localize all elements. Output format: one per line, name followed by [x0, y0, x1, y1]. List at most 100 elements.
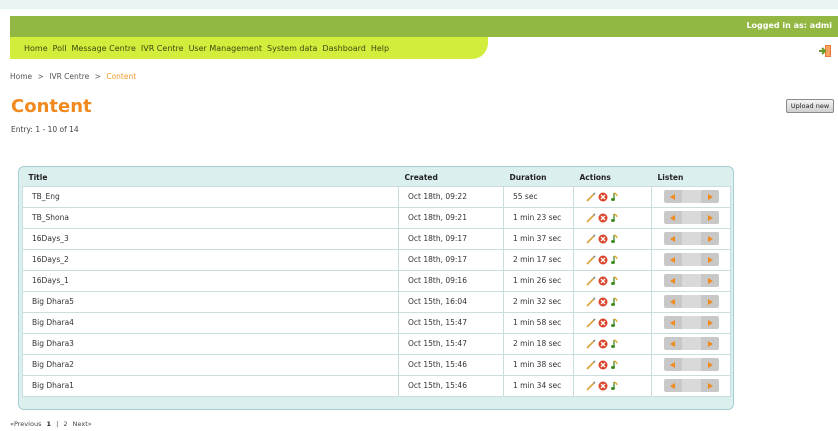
breadcrumb-home[interactable]: Home — [10, 72, 32, 81]
delete-icon[interactable] — [598, 276, 608, 286]
cell-created: Oct 18th, 09:21 — [398, 206, 504, 229]
play-forward-icon[interactable] — [701, 211, 719, 224]
nav-item-message-centre[interactable]: Message Centre — [72, 44, 136, 53]
delete-icon[interactable] — [598, 339, 608, 349]
play-forward-icon[interactable] — [701, 379, 719, 392]
play-forward-icon[interactable] — [701, 358, 719, 371]
nav-item-user-management[interactable]: User Management — [189, 44, 262, 53]
play-back-icon[interactable] — [664, 253, 682, 266]
audio-player[interactable] — [664, 232, 719, 245]
player-track[interactable] — [682, 295, 701, 308]
audio-note-icon[interactable] — [610, 254, 620, 265]
play-back-icon[interactable] — [664, 379, 682, 392]
player-track[interactable] — [682, 211, 701, 224]
audio-player[interactable] — [664, 358, 719, 371]
audio-player[interactable] — [664, 253, 719, 266]
play-back-icon[interactable] — [664, 316, 682, 329]
edit-pencil-icon[interactable] — [586, 296, 596, 307]
nav-item-dashboard[interactable]: Dashboard — [322, 44, 365, 53]
player-track[interactable] — [682, 358, 701, 371]
exit-door-icon[interactable] — [818, 44, 832, 58]
edit-pencil-icon[interactable] — [586, 359, 596, 370]
play-forward-icon[interactable] — [701, 253, 719, 266]
audio-player[interactable] — [664, 274, 719, 287]
edit-pencil-icon[interactable] — [586, 212, 596, 223]
pager-page-1[interactable]: 1 — [47, 420, 52, 428]
audio-note-icon[interactable] — [610, 359, 620, 370]
player-track[interactable] — [682, 232, 701, 245]
nav-item-home[interactable]: Home — [24, 44, 48, 53]
play-back-icon[interactable] — [664, 295, 682, 308]
audio-player[interactable] — [664, 211, 719, 224]
edit-pencil-icon[interactable] — [586, 317, 596, 328]
player-track[interactable] — [682, 190, 701, 203]
audio-player[interactable] — [664, 190, 719, 203]
delete-icon[interactable] — [598, 318, 608, 328]
edit-pencil-icon[interactable] — [586, 191, 596, 202]
delete-icon[interactable] — [598, 192, 608, 202]
edit-pencil-icon[interactable] — [586, 233, 596, 244]
audio-player[interactable] — [664, 295, 719, 308]
play-back-icon[interactable] — [664, 211, 682, 224]
play-forward-icon[interactable] — [701, 190, 719, 203]
col-header-duration[interactable]: Duration — [504, 171, 574, 186]
cell-created: Oct 15th, 15:47 — [398, 311, 504, 334]
audio-note-icon[interactable] — [610, 233, 620, 244]
play-back-icon[interactable] — [664, 190, 682, 203]
delete-icon[interactable] — [598, 360, 608, 370]
logged-in-label: Logged in as: admi — [746, 21, 832, 30]
pager-page-2[interactable]: 2 — [63, 420, 67, 428]
audio-player[interactable] — [664, 316, 719, 329]
delete-icon[interactable] — [598, 234, 608, 244]
top-strip — [0, 0, 838, 9]
nav-item-ivr-centre[interactable]: IVR Centre — [141, 44, 184, 53]
audio-note-icon[interactable] — [610, 212, 620, 223]
audio-note-icon[interactable] — [610, 296, 620, 307]
table-row: Big Dhara4 Oct 15th, 15:47 1 min 58 sec — [22, 311, 731, 334]
play-back-icon[interactable] — [664, 337, 682, 350]
cell-duration: 1 min 23 sec — [503, 206, 574, 229]
audio-player[interactable] — [664, 337, 719, 350]
cell-listen — [651, 227, 731, 250]
player-track[interactable] — [682, 253, 701, 266]
play-back-icon[interactable] — [664, 232, 682, 245]
col-header-title[interactable]: Title — [23, 171, 399, 186]
edit-pencil-icon[interactable] — [586, 275, 596, 286]
audio-note-icon[interactable] — [610, 380, 620, 391]
player-track[interactable] — [682, 274, 701, 287]
delete-icon[interactable] — [598, 255, 608, 265]
player-track[interactable] — [682, 379, 701, 392]
delete-icon[interactable] — [598, 381, 608, 391]
delete-icon[interactable] — [598, 297, 608, 307]
nav-item-help[interactable]: Help — [371, 44, 389, 53]
nav-item-poll[interactable]: Poll — [53, 44, 67, 53]
audio-note-icon[interactable] — [610, 191, 620, 202]
audio-note-icon[interactable] — [610, 338, 620, 349]
upload-new-button[interactable]: Upload new — [786, 99, 834, 113]
edit-pencil-icon[interactable] — [586, 380, 596, 391]
cell-duration: 1 min 38 sec — [503, 353, 574, 376]
pager-next[interactable]: Next» — [73, 420, 92, 428]
delete-icon[interactable] — [598, 213, 608, 223]
edit-pencil-icon[interactable] — [586, 254, 596, 265]
edit-pencil-icon[interactable] — [586, 338, 596, 349]
play-back-icon[interactable] — [664, 274, 682, 287]
audio-player[interactable] — [664, 379, 719, 392]
play-forward-icon[interactable] — [701, 316, 719, 329]
cell-actions — [573, 206, 652, 229]
play-forward-icon[interactable] — [701, 232, 719, 245]
play-forward-icon[interactable] — [701, 337, 719, 350]
table-row: TB_Shona Oct 18th, 09:21 1 min 23 sec — [22, 206, 731, 229]
player-track[interactable] — [682, 316, 701, 329]
play-forward-icon[interactable] — [701, 274, 719, 287]
audio-note-icon[interactable] — [610, 317, 620, 328]
play-forward-icon[interactable] — [701, 295, 719, 308]
player-track[interactable] — [682, 337, 701, 350]
nav-item-system-data[interactable]: System data — [267, 44, 317, 53]
pager-previous[interactable]: «Previous — [10, 420, 41, 428]
breadcrumb-ivr-centre[interactable]: IVR Centre — [49, 72, 89, 81]
col-header-created[interactable]: Created — [399, 171, 504, 186]
page-title: Content — [11, 96, 92, 117]
play-back-icon[interactable] — [664, 358, 682, 371]
audio-note-icon[interactable] — [610, 275, 620, 286]
